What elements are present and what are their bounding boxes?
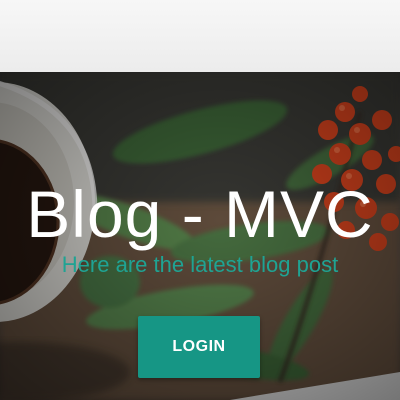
hero-section: Blog - MVC Here are the latest blog post… xyxy=(0,72,400,400)
hero-subtitle: Here are the latest blog post xyxy=(61,252,339,277)
hero-title: Blog - MVC xyxy=(26,177,374,252)
login-button[interactable]: LOGIN xyxy=(138,316,260,378)
top-header-bar xyxy=(0,0,400,72)
